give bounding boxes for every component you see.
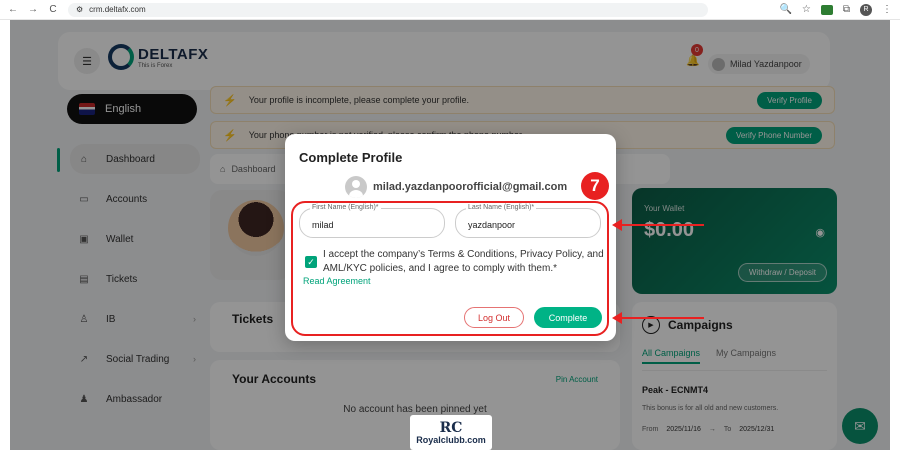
watermark-logo: RC xyxy=(439,419,463,436)
star-icon[interactable]: ☆ xyxy=(802,4,811,15)
forward-icon[interactable]: → xyxy=(28,4,38,15)
arrow-left-icon xyxy=(612,219,622,231)
puzzle-icon[interactable]: ⧉ xyxy=(843,4,850,15)
zoom-icon[interactable]: 🔍 xyxy=(779,4,791,15)
step-number-badge: 7 xyxy=(581,172,609,200)
user-email: milad.yazdanpoorofficial@gmail.com xyxy=(373,181,568,193)
back-icon[interactable]: ← xyxy=(8,4,18,15)
annotation-arrow-name-fields xyxy=(612,219,704,231)
extension-icon[interactable] xyxy=(820,4,833,15)
royalclubb-watermark: RC Royalclubb.com xyxy=(410,415,492,450)
arrow-left-icon xyxy=(612,312,622,324)
watermark-text: Royalclubb.com xyxy=(416,434,486,445)
modal-title: Complete Profile xyxy=(299,150,403,165)
address-bar[interactable]: ⚙ crm.deltafx.com xyxy=(68,2,708,17)
email-row: milad.yazdanpoorofficial@gmail.com xyxy=(345,176,567,198)
url-text: crm.deltafx.com xyxy=(89,5,146,14)
reload-icon[interactable]: C xyxy=(48,4,58,15)
annotation-outline xyxy=(291,201,609,336)
site-settings-icon[interactable]: ⚙ xyxy=(76,5,83,14)
annotation-arrow-complete xyxy=(612,312,704,324)
kebab-menu-icon[interactable]: ⋮ xyxy=(882,4,892,15)
profile-avatar[interactable]: R xyxy=(860,3,872,16)
user-avatar-icon xyxy=(345,176,367,198)
browser-toolbar: ← → C ⚙ crm.deltafx.com 🔍 ☆ ⧉ R ⋮ xyxy=(0,0,900,20)
